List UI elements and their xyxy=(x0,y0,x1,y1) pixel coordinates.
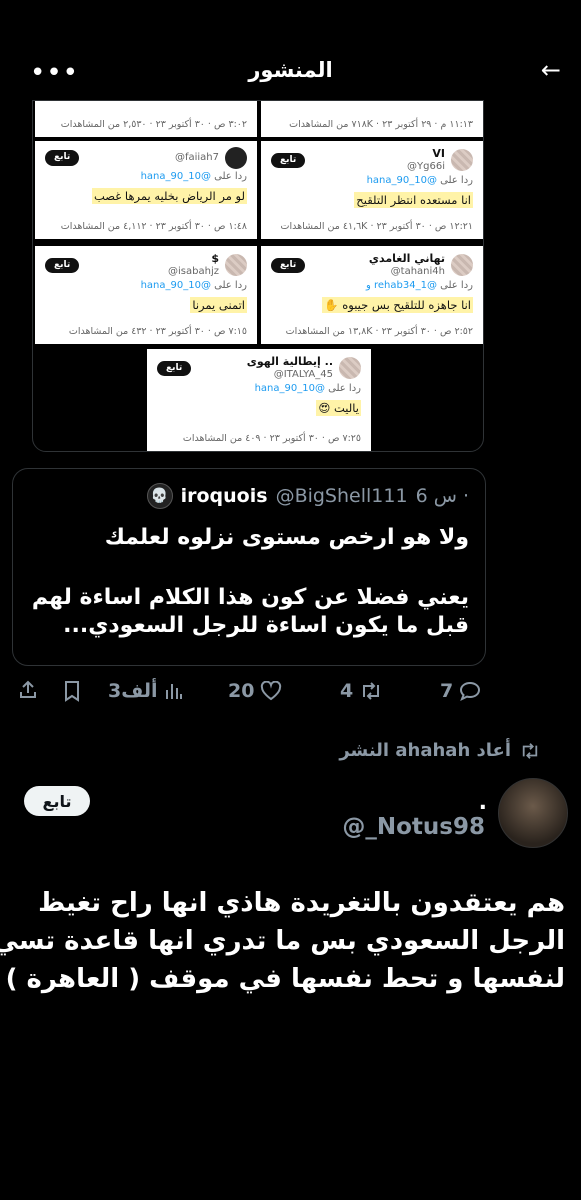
repost-button[interactable]: 4 xyxy=(340,680,383,702)
screenshot-image[interactable]: ٣:٠٢ ص · ٣٠ أكتوبر ٢٣ · ٢,٥٣٠ من المشاهد… xyxy=(32,100,484,452)
avatar xyxy=(225,147,247,169)
card-handle: @faiiah7 xyxy=(174,151,219,163)
card-meta: ٧:١٥ ص · ٣٠ أكتوبر ٢٣ · ٤٣٢ من المشاهدات xyxy=(68,326,247,338)
reply-to: ردا على @rehab34_1 و xyxy=(365,280,473,292)
skull-avatar-icon: 💀 xyxy=(146,483,173,509)
card-meta: ١١:١٣ م · ٢٩ أكتوبر ٢٣ · ٧١٨K من المشاهد… xyxy=(289,119,473,131)
card-handle: @ITALYA_45 xyxy=(273,368,333,380)
card-name: VI xyxy=(432,147,445,160)
follow-button: تابع xyxy=(271,152,306,168)
speech-bubble-icon xyxy=(460,681,481,701)
follow-button: تابع xyxy=(45,150,80,166)
reply-card: إيطالية الهوى .. @ITALYA_45 تابع ردا على … xyxy=(147,349,371,451)
tweet-text-line: هم يعتقدون بالتغريدة هاذي انها راح تغيظ xyxy=(38,888,565,918)
reply-to: ردا على @hana_90_10 xyxy=(366,175,473,187)
card-meta: ١٢:٢١ ص · ٣٠ أكتوبر ٢٣ · ٤١,٦K من المشاه… xyxy=(280,221,473,233)
bar-chart-icon xyxy=(165,684,182,699)
action-bar: 3ألف 20 4 7 xyxy=(0,680,581,708)
card-name: $ xyxy=(211,252,219,265)
card-text: ياليت 😍 xyxy=(316,399,361,417)
card-handle: @isabahjz xyxy=(168,265,219,277)
repost-count: 4 xyxy=(340,680,354,702)
card-handle: @tahani4h xyxy=(390,265,445,277)
avatar[interactable] xyxy=(498,778,568,848)
tweet-text: هم يعتقدون بالتغريدة هاذي انها راح تغيظ … xyxy=(0,884,565,998)
reply-card: ٣:٠٢ ص · ٣٠ أكتوبر ٢٣ · ٢,٥٣٠ من المشاهد… xyxy=(35,101,257,137)
follow-button[interactable]: تابع xyxy=(24,786,90,816)
bookmark-button[interactable] xyxy=(62,680,82,702)
reply-card: VI @Yg66i تابع ردا على @hana_90_10 انا مس… xyxy=(261,141,483,239)
avatar xyxy=(339,357,361,380)
quoted-author-name: iroquois xyxy=(180,485,268,507)
like-button[interactable]: 20 xyxy=(228,680,282,702)
reposted-by-label[interactable]: أعاد ahahah النشر xyxy=(339,740,541,761)
page-title: المنشور xyxy=(248,58,333,82)
tweet-text-line: لنفسها و تحط نفسها في موقف ( العاهرة ) xyxy=(5,964,565,994)
back-arrow-icon[interactable]: ← xyxy=(541,56,561,84)
quoted-author-handle: @BigShell111 xyxy=(275,485,408,507)
quoted-text-line: قبل ما يكون اساءة للرجل السعودي... xyxy=(63,613,469,638)
reply-card: @faiiah7 تابع ردا على @hana_90_10 لو مر … xyxy=(35,141,257,239)
card-text: اتمنى يمرنا xyxy=(190,296,247,314)
quoted-timestamp: 6 س · xyxy=(415,485,469,507)
share-button[interactable] xyxy=(18,680,38,700)
avatar xyxy=(451,254,473,277)
card-meta: ٧:٢٥ ص · ٣٠ أكتوبر ٢٣ · ٤٠٩ من المشاهدات xyxy=(182,433,361,445)
avatar xyxy=(451,149,473,172)
follow-button: تابع xyxy=(45,257,80,273)
author-handle[interactable]: @_Notus98 xyxy=(342,814,485,840)
reply-to: ردا على @hana_90_10 xyxy=(140,171,247,182)
repost-icon xyxy=(522,742,538,759)
views-button[interactable]: 3ألف xyxy=(108,680,184,702)
views-count: 3ألف xyxy=(108,680,158,702)
card-text: انا جاهزه للتلقيح بس جيبوه ✋ xyxy=(322,296,473,314)
quoted-tweet-header: 💀 iroquois @BigShell111 6 س · xyxy=(146,483,469,509)
card-meta: ٢:٥٢ ص · ٣٠ أكتوبر ٢٣ · ١٣,٨K من المشاهد… xyxy=(285,326,473,338)
reply-card: $ @isabahjz تابع ردا على @hana_90_10 اتمن… xyxy=(35,246,257,344)
more-options-icon[interactable]: ••• xyxy=(30,58,79,88)
reply-to: ردا على @hana_90_10 xyxy=(140,280,247,292)
avatar xyxy=(225,254,247,277)
follow-button: تابع xyxy=(157,360,192,376)
card-meta: ٣:٠٢ ص · ٣٠ أكتوبر ٢٣ · ٢,٥٣٠ من المشاهد… xyxy=(60,119,247,131)
card-name: تهاني الغامدي xyxy=(368,252,445,265)
card-meta: ١:٤٨ ص · ٣٠ أكتوبر ٢٣ · ٤,١١٢ من المشاهد… xyxy=(60,221,247,233)
reply-count: 7 xyxy=(440,680,454,702)
quoted-text-line: يعني فضلا عن كون هذا الكلام اساءة لهم xyxy=(31,585,469,610)
reply-button[interactable]: 7 xyxy=(440,680,481,702)
card-text: انا مستعده انتظر التلقيح xyxy=(354,191,473,209)
like-count: 20 xyxy=(228,680,255,702)
repost-icon xyxy=(363,682,380,700)
quoted-text-line: ولا هو ارخص مستوى نزلوه لعلمك xyxy=(104,525,469,550)
reply-card: ١١:١٣ م · ٢٩ أكتوبر ٢٣ · ٧١٨K من المشاهد… xyxy=(261,101,483,137)
tweet-text-line: الرجل السعودي بس ما تدري انها قاعدة تسيء xyxy=(0,926,565,956)
reply-card: تهاني الغامدي @tahani4h تابع ردا على @reh… xyxy=(261,246,483,344)
top-bar: ••• المنشور ← xyxy=(0,0,581,100)
share-icon xyxy=(20,680,36,698)
follow-button: تابع xyxy=(271,257,306,273)
author-name[interactable]: . xyxy=(479,790,487,815)
card-handle: @Yg66i xyxy=(407,160,445,172)
quoted-tweet[interactable]: 💀 iroquois @BigShell111 6 س · ولا هو ارخ… xyxy=(12,468,486,666)
card-name: إيطالية الهوى .. xyxy=(246,355,333,368)
reposted-by-text: أعاد ahahah النشر xyxy=(339,740,511,761)
reply-to: ردا على @hana_90_10 xyxy=(254,383,361,395)
heart-icon xyxy=(261,681,282,701)
bookmark-icon xyxy=(65,681,79,702)
card-text: لو مر الرياض بخليه يمرها غصب xyxy=(92,187,247,204)
